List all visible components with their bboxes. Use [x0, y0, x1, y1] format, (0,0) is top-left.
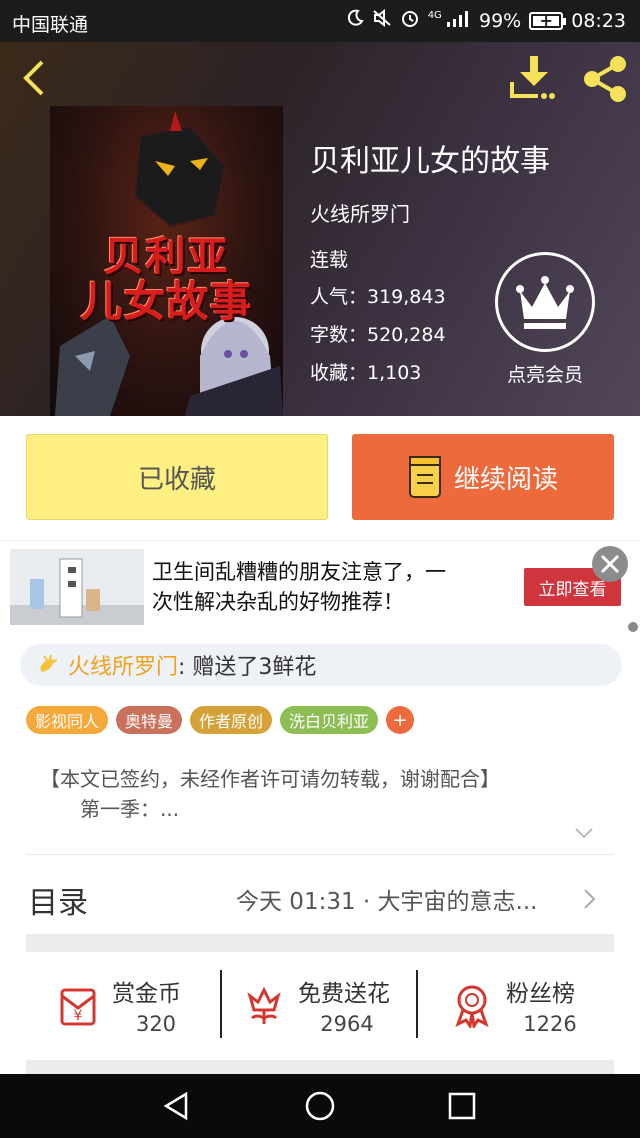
- vip-label: 点亮会员: [506, 364, 583, 386]
- moon-icon: [346, 9, 364, 32]
- chevron-right-icon[interactable]: [582, 888, 596, 910]
- free-flower-value: 2964: [320, 1012, 374, 1036]
- bottom-stats: ¥ 赏金币 320 免费送花 2964 粉丝榜 1226: [26, 970, 614, 1046]
- toc-label[interactable]: 目录: [28, 878, 88, 922]
- flower-sender[interactable]: 火线所罗门: [68, 649, 178, 681]
- ad-image: [10, 549, 144, 625]
- battery-percent: 99%: [479, 9, 522, 32]
- book-cover[interactable]: 贝利亚 儿女故事: [50, 106, 283, 416]
- add-tag-button[interactable]: +: [386, 706, 415, 734]
- book-status: 连载: [310, 249, 349, 271]
- nav-recents-icon[interactable]: [446, 1090, 478, 1122]
- download-icon: [510, 56, 555, 99]
- book-author[interactable]: 火线所罗门: [310, 198, 410, 227]
- nav-home-icon[interactable]: [304, 1090, 336, 1122]
- ad-text: 卫生间乱糟糟的朋友注意了，一 次性解决杂乱的好物推荐！: [152, 557, 472, 617]
- cover-title-line2: 儿女故事: [80, 277, 253, 326]
- status-icons: 4G 99% + 08:23: [346, 8, 626, 33]
- fan-ranking-value: 1226: [523, 1012, 577, 1036]
- mute-icon: [372, 8, 392, 32]
- tag-item[interactable]: 奥特曼: [116, 706, 183, 734]
- clock: 08:23: [571, 9, 626, 32]
- free-flower-stat[interactable]: 免费送花 2964: [242, 970, 422, 1046]
- nav-back-icon[interactable]: [160, 1090, 192, 1122]
- divider: [26, 854, 614, 855]
- action-area: 已收藏 继续阅读: [0, 416, 640, 540]
- stat-divider: [220, 970, 222, 1038]
- divider: [26, 934, 614, 952]
- reward-coin-stat[interactable]: ¥ 赏金币 320: [56, 970, 216, 1046]
- network-label: 4G: [427, 10, 442, 21]
- ad-text-line1: 卫生间乱糟糟的朋友注意了，一: [152, 560, 446, 584]
- synopsis[interactable]: 【本文已签约，未经作者许可请勿转载，谢谢配合】 第一季：...: [40, 764, 600, 824]
- ad-text-line2: 次性解决杂乱的好物推荐！: [152, 590, 404, 614]
- flower-notice-icon: [40, 654, 58, 672]
- reward-coin-label: 赏金币: [112, 981, 181, 1007]
- favorites-stat: 收藏：1,103: [310, 362, 422, 384]
- divider: [26, 1060, 614, 1074]
- book-header: 贝利亚 儿女故事 贝利亚儿女的故事 火线所罗门 连载 人气：319,843 字数…: [0, 42, 640, 416]
- book-icon: [408, 456, 441, 498]
- synopsis-line2: 第一季：...: [80, 797, 180, 821]
- word-count-stat: 字数：520,284: [310, 324, 446, 346]
- close-icon: [600, 554, 620, 574]
- download-button[interactable]: [508, 54, 560, 104]
- collected-label: 已收藏: [137, 464, 216, 495]
- ad-banner[interactable]: 卫生间乱糟糟的朋友注意了，一 次性解决杂乱的好物推荐！ 立即查看: [0, 540, 640, 636]
- free-flower-label: 免费送花: [298, 981, 390, 1007]
- status-bar: 中国联通 4G 99% + 08:23: [0, 0, 640, 42]
- alarm-icon: [400, 8, 420, 33]
- reward-coin-value: 320: [135, 1012, 177, 1036]
- share-button[interactable]: [580, 54, 630, 104]
- back-button[interactable]: [18, 56, 52, 100]
- fan-ranking-label: 粉丝榜: [506, 981, 575, 1007]
- continue-reading-button[interactable]: 继续阅读: [352, 434, 614, 520]
- collected-button[interactable]: 已收藏: [26, 434, 328, 520]
- flower-notice: 火线所罗门 : 赠送了3鲜花: [20, 644, 622, 686]
- book-title: 贝利亚儿女的故事: [310, 144, 550, 179]
- continue-reading-label: 继续阅读: [453, 464, 558, 495]
- tag-item[interactable]: 作者原创: [190, 706, 273, 734]
- chevron-down-icon[interactable]: [574, 826, 594, 840]
- tag-list: 影视同人 奥特曼 作者原创 洗白贝利亚 +: [26, 706, 415, 734]
- system-nav-bar: [0, 1074, 640, 1138]
- ad-close-button[interactable]: [592, 546, 628, 582]
- back-icon: [23, 60, 44, 96]
- book-details: 火线所罗门 : 赠送了3鲜花 影视同人 奥特曼 作者原创 洗白贝利亚 + 【本文…: [0, 636, 640, 1074]
- popularity-stat: 人气：319,843: [310, 286, 446, 308]
- ad-mark-icon: [628, 622, 638, 632]
- fan-ranking-stat[interactable]: 粉丝榜 1226: [450, 970, 610, 1046]
- tag-item[interactable]: 洗白贝利亚: [280, 706, 379, 734]
- crown-icon: [495, 252, 595, 352]
- share-icon: [584, 56, 626, 102]
- toc-latest-chapter[interactable]: 今天 01:31 · 大宇宙的意志...: [236, 882, 537, 916]
- signal-icon: 4G: [428, 10, 471, 31]
- vip-button[interactable]: 点亮会员: [494, 252, 596, 402]
- synopsis-line1: 【本文已签约，未经作者许可请勿转载，谢谢配合】: [40, 767, 500, 791]
- stat-divider: [416, 970, 418, 1038]
- flower-message: : 赠送了3鲜花: [178, 655, 317, 680]
- tag-item[interactable]: 影视同人: [26, 706, 109, 734]
- carrier-label: 中国联通: [12, 14, 89, 36]
- battery-icon: +: [529, 11, 567, 30]
